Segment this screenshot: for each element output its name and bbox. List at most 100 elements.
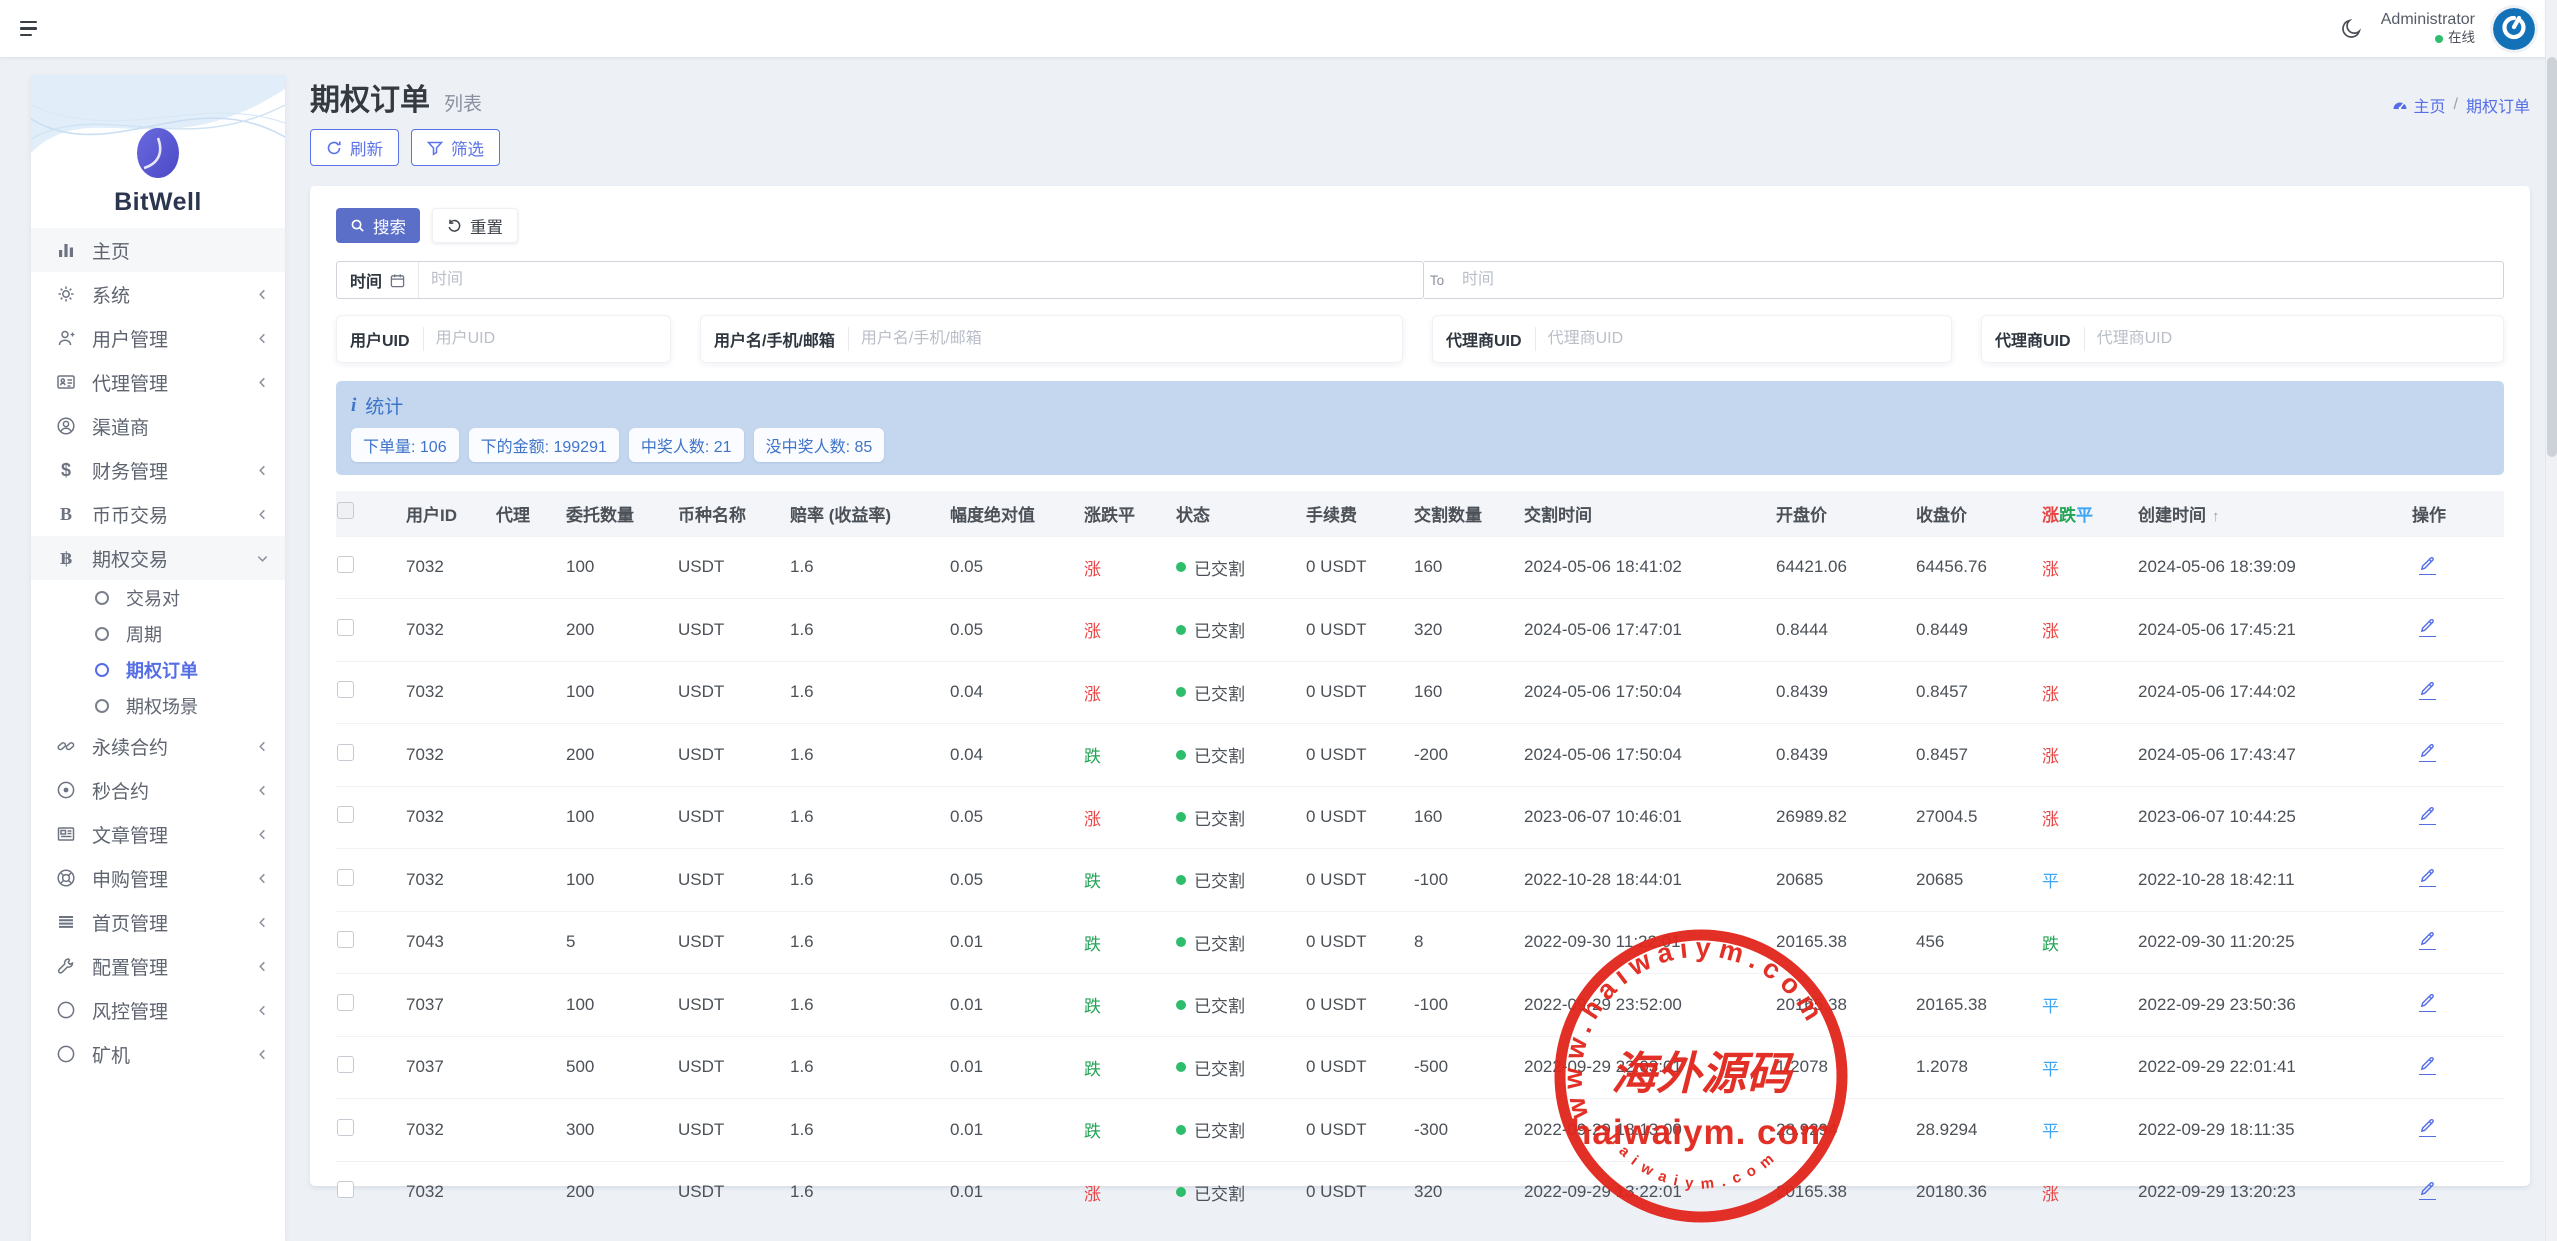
cell-settle-time: 2024-05-06 17:47:01 (1524, 599, 1776, 662)
row-checkbox[interactable] (337, 744, 354, 761)
time-to-input[interactable] (1450, 262, 2503, 298)
cell-fee: 0 USDT (1306, 786, 1414, 849)
sidebar-item-4[interactable]: 渠道商 (31, 404, 285, 448)
cell-amount: 100 (566, 786, 678, 849)
pencil-icon (2419, 1055, 2436, 1072)
edit-button[interactable] (2419, 1055, 2436, 1075)
letter-b-icon: B (55, 503, 77, 525)
cell-status: 已交割 (1176, 536, 1306, 599)
edit-button[interactable] (2419, 930, 2436, 950)
sidebar-item-11[interactable]: 申购管理 (31, 856, 285, 900)
edit-button[interactable] (2419, 867, 2436, 887)
agent-uid-input-1[interactable] (1536, 330, 1951, 348)
row-checkbox[interactable] (337, 1056, 354, 1073)
row-checkbox[interactable] (337, 619, 354, 636)
edit-button[interactable] (2419, 742, 2436, 762)
sidebar-item-10[interactable]: 文章管理 (31, 812, 285, 856)
sidebar-item-3[interactable]: 代理管理 (31, 360, 285, 404)
row-checkbox[interactable] (337, 1119, 354, 1136)
sidebar-item-13[interactable]: 配置管理 (31, 944, 285, 988)
time-from-group: 时间 (336, 261, 1424, 299)
avatar[interactable] (2493, 8, 2535, 50)
sidebar-subitem-7-3[interactable]: 期权场景 (31, 688, 285, 724)
edit-button[interactable] (2419, 555, 2436, 575)
edit-button[interactable] (2419, 992, 2436, 1012)
edit-button[interactable] (2419, 1117, 2436, 1137)
sidebar-item-7[interactable]: ฿期权交易 (31, 536, 285, 580)
row-checkbox[interactable] (337, 931, 354, 948)
dark-mode-icon[interactable] (2339, 17, 2363, 41)
cell-settle-time: 2022-09-29 13:22:01 (1524, 1161, 1776, 1224)
cell-created: 2024-05-06 18:39:09 (2138, 536, 2390, 599)
cell-actions (2390, 661, 2504, 724)
sidebar-item-15[interactable]: 矿机 (31, 1032, 285, 1076)
account-input[interactable] (849, 330, 1402, 348)
sidebar-item-8[interactable]: 永续合约 (31, 724, 285, 768)
agent-uid-group-2: 代理商UID (1981, 315, 2504, 363)
row-checkbox[interactable] (337, 869, 354, 886)
sidebar-item-0[interactable]: 主页 (31, 228, 285, 272)
column-header-3: 币种名称 (678, 491, 790, 536)
cell-open-price: 64421.06 (1776, 536, 1916, 599)
edit-button[interactable] (2419, 617, 2436, 637)
sidebar-item-2[interactable]: 用户管理 (31, 316, 285, 360)
sidebar-item-label: 期权交易 (92, 545, 255, 572)
cell-amount: 500 (566, 1036, 678, 1099)
main-content: 期权订单 列表 主页 / 期权订单 刷新 筛选 (310, 75, 2530, 1186)
cell-coin: USDT (678, 1036, 790, 1099)
user-block[interactable]: Administrator 在线 (2381, 10, 2475, 47)
breadcrumb-home[interactable]: 主页 (2392, 93, 2446, 117)
edit-button[interactable] (2419, 1180, 2436, 1200)
sidebar-subitem-7-0[interactable]: 交易对 (31, 580, 285, 616)
sidebar-item-5[interactable]: $财务管理 (31, 448, 285, 492)
cell-uid: 7032 (406, 1099, 496, 1162)
sidebar-item-label: 配置管理 (92, 953, 255, 980)
cell-uid: 7032 (406, 1224, 496, 1241)
cell-actions (2390, 536, 2504, 599)
edit-button[interactable] (2419, 680, 2436, 700)
sidebar-item-14[interactable]: 风控管理 (31, 988, 285, 1032)
search-button[interactable]: 搜索 (336, 208, 420, 243)
sidebar-item-1[interactable]: 系统 (31, 272, 285, 316)
filter-button[interactable]: 筛选 (411, 129, 500, 166)
sidebar-subitem-7-2[interactable]: 期权订单 (31, 652, 285, 688)
agent-uid-input-2[interactable] (2085, 330, 2503, 348)
row-checkbox[interactable] (337, 806, 354, 823)
sidebar-item-6[interactable]: B币币交易 (31, 492, 285, 536)
radio-circle-icon (95, 699, 109, 713)
cell-settle-time: 2024-05-06 17:50:04 (1524, 661, 1776, 724)
table-body: 7032100USDT1.60.05涨已交割0 USDT1602024-05-0… (336, 536, 2504, 1241)
cell-settle-qty: 160 (1414, 536, 1524, 599)
row-checkbox[interactable] (337, 681, 354, 698)
column-header-14[interactable]: 创建时间↑ (2138, 491, 2390, 536)
edit-button[interactable] (2419, 805, 2436, 825)
select-all-checkbox[interactable] (337, 502, 354, 519)
chevron-left-icon (255, 507, 269, 521)
row-checkbox[interactable] (337, 1181, 354, 1198)
cell-close-price: 27004.5 (1916, 786, 2042, 849)
cell-status: 已交割 (1176, 1099, 1306, 1162)
menu-toggle-icon[interactable] (20, 16, 46, 42)
breadcrumb-current[interactable]: 期权订单 (2466, 93, 2530, 117)
row-checkbox[interactable] (337, 556, 354, 573)
cell-close-price: 1.2078 (1916, 1036, 2042, 1099)
sidebar-item-12[interactable]: 首页管理 (31, 900, 285, 944)
cell-created: 2024-05-06 17:44:02 (2138, 661, 2390, 724)
column-header-9: 交割数量 (1414, 491, 1524, 536)
reset-button[interactable]: 重置 (432, 208, 518, 243)
cell-open-price: 20165.38 (1776, 1224, 1916, 1241)
sidebar-subitem-7-1[interactable]: 周期 (31, 616, 285, 652)
svg-text:$: $ (61, 460, 71, 480)
user-circle-icon (55, 415, 77, 437)
scrollbar-thumb[interactable] (2547, 57, 2557, 457)
uid-input[interactable] (424, 330, 670, 348)
sort-arrow-up-icon[interactable]: ↑ (2212, 508, 2220, 525)
time-from-input[interactable] (419, 262, 1423, 298)
refresh-button[interactable]: 刷新 (310, 129, 399, 166)
agent-uid-label-1: 代理商UID (1433, 327, 1536, 351)
cell-fee: 0 USDT (1306, 1224, 1414, 1241)
cell-coin: USDT (678, 536, 790, 599)
row-checkbox[interactable] (337, 994, 354, 1011)
cell-agent (496, 974, 566, 1037)
sidebar-item-9[interactable]: 秒合约 (31, 768, 285, 812)
